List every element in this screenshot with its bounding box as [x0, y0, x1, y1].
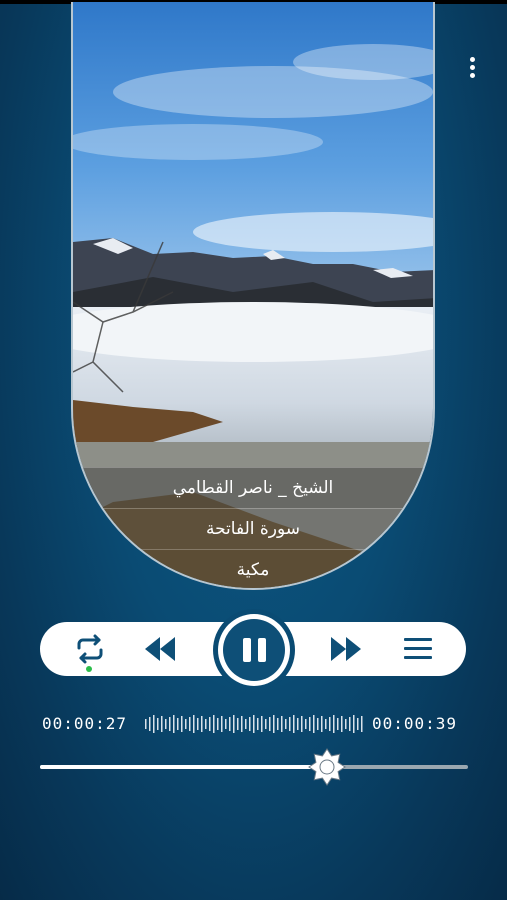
waveform-bar: [209, 717, 211, 731]
waveform-bar: [157, 718, 159, 730]
waveform-bar: [205, 719, 207, 729]
waveform-bar: [273, 715, 275, 733]
waveform-bar: [277, 718, 279, 730]
waveform-bar: [285, 719, 287, 729]
waveform-bar: [321, 716, 323, 732]
waveform-bar: [253, 715, 255, 733]
waveform-bar: [161, 716, 163, 732]
menu-icon: [404, 638, 432, 659]
waveform-bar: [165, 719, 167, 729]
repeat-icon: [77, 634, 103, 664]
album-artwork: الشيخ _ ناصر القطامي سورة الفاتحة مكية: [71, 2, 435, 590]
next-button[interactable]: [322, 622, 370, 676]
waveform-bar: [357, 718, 359, 730]
waveform-bar: [361, 716, 363, 732]
waveform-bar: [297, 718, 299, 730]
waveform-bar: [193, 715, 195, 733]
waveform-bar: [333, 715, 335, 733]
waveform-bar: [349, 717, 351, 731]
waveform-bar: [341, 716, 343, 732]
waveform-bar: [301, 716, 303, 732]
more-dot: [470, 73, 475, 78]
waveform-bar: [317, 718, 319, 730]
waveform-bar: [309, 717, 311, 731]
rewind-icon: [145, 637, 175, 661]
seek-bar[interactable]: [40, 765, 468, 769]
waveform-bar: [229, 717, 231, 731]
waveform-bar: [153, 715, 155, 733]
waveform-bar: [261, 716, 263, 732]
previous-button[interactable]: [136, 622, 184, 676]
waveform-bar: [149, 717, 151, 731]
waveform-bar: [173, 715, 175, 733]
star-thumb-icon: [307, 748, 346, 786]
seek-bar-progress: [40, 765, 327, 769]
pause-bar: [242, 638, 251, 662]
waveform-bar: [237, 718, 239, 730]
more-options-button[interactable]: [462, 54, 484, 80]
waveform-bar: [249, 717, 251, 731]
waveform-bar: [201, 716, 203, 732]
play-pause-ring: [218, 614, 290, 686]
waveform-bar: [221, 716, 223, 732]
waveform-bar: [181, 716, 183, 732]
pause-icon: [223, 619, 285, 681]
seek-thumb[interactable]: [307, 747, 347, 787]
waveform-bar: [225, 719, 227, 729]
waveform-bar: [189, 717, 191, 731]
reciter-name: الشيخ _ ناصر القطامي: [73, 467, 433, 508]
waveform-bar: [313, 715, 315, 733]
playlist-button[interactable]: [394, 622, 442, 676]
waveform-bar: [145, 719, 147, 729]
waveform-bar: [217, 718, 219, 730]
waveform-bar: [281, 716, 283, 732]
more-dot: [470, 65, 475, 70]
waveform-bar: [241, 716, 243, 732]
waveform-bar: [245, 719, 247, 729]
waveform-bar: [169, 717, 171, 731]
current-time: 00:00:27: [42, 714, 128, 733]
waveform-bar: [269, 717, 271, 731]
waveform-bar: [289, 717, 291, 731]
surah-name: سورة الفاتحة: [73, 508, 433, 549]
pause-bar: [257, 638, 266, 662]
repeat-active-indicator: [86, 666, 92, 672]
waveform-bar: [257, 718, 259, 730]
waveform-bar: [233, 715, 235, 733]
total-time: 00:00:39: [372, 714, 458, 733]
play-pause-button[interactable]: [213, 609, 295, 691]
waveform-bar: [293, 715, 295, 733]
waveform-bar: [197, 718, 199, 730]
waveform-bar: [213, 715, 215, 733]
surah-type: مكية: [73, 549, 433, 588]
fast-forward-icon: [331, 637, 361, 661]
waveform-bar: [337, 718, 339, 730]
more-vertical-icon: [470, 57, 475, 62]
waveform-bar: [265, 719, 267, 729]
waveform: [145, 715, 363, 733]
waveform-bar: [329, 717, 331, 731]
waveform-bar: [305, 719, 307, 729]
waveform-bar: [345, 719, 347, 729]
waveform-bar: [353, 715, 355, 733]
waveform-bar: [185, 719, 187, 729]
waveform-bar: [325, 719, 327, 729]
waveform-bar: [177, 718, 179, 730]
